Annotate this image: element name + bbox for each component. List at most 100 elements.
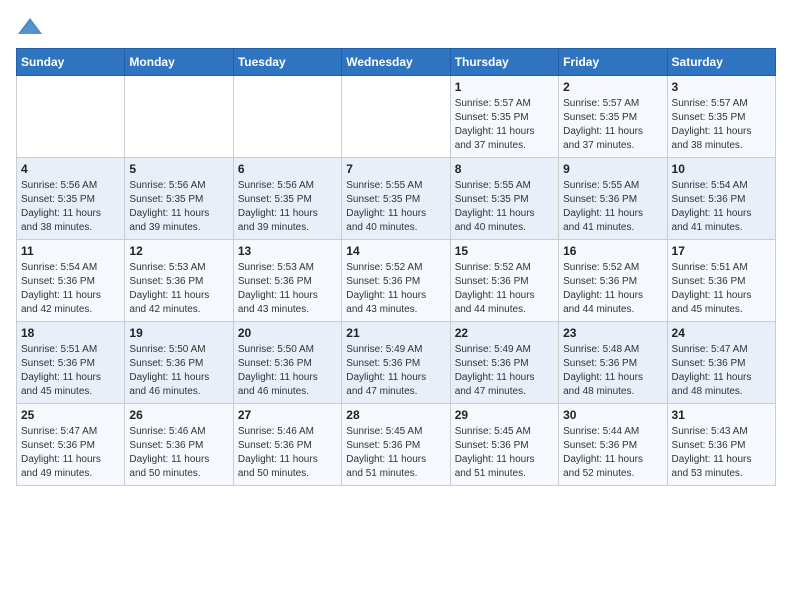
day-number: 17 — [672, 244, 771, 258]
day-number: 20 — [238, 326, 337, 340]
calendar-cell: 29 Sunrise: 5:45 AM Sunset: 5:36 PM Dayli… — [450, 404, 558, 486]
day-number: 10 — [672, 162, 771, 176]
day-info: Sunrise: 5:54 AM Sunset: 5:36 PM Dayligh… — [672, 179, 771, 235]
day-number: 3 — [672, 80, 771, 94]
weekday-header-tuesday: Tuesday — [233, 49, 341, 76]
weekday-header-saturday: Saturday — [667, 49, 775, 76]
calendar-cell: 28 Sunrise: 5:45 AM Sunset: 5:36 PM Dayli… — [342, 404, 450, 486]
weekday-header-sunday: Sunday — [17, 49, 125, 76]
day-info: Sunrise: 5:51 AM Sunset: 5:36 PM Dayligh… — [672, 261, 771, 317]
day-number: 28 — [346, 408, 445, 422]
calendar-week-row: 4 Sunrise: 5:56 AM Sunset: 5:35 PM Daylig… — [17, 158, 776, 240]
day-number: 15 — [455, 244, 554, 258]
day-number: 22 — [455, 326, 554, 340]
calendar-cell: 6 Sunrise: 5:56 AM Sunset: 5:35 PM Daylig… — [233, 158, 341, 240]
calendar-table: SundayMondayTuesdayWednesdayThursdayFrid… — [16, 48, 776, 486]
day-number: 24 — [672, 326, 771, 340]
day-number: 13 — [238, 244, 337, 258]
logo-icon — [16, 16, 44, 38]
day-number: 29 — [455, 408, 554, 422]
day-number: 31 — [672, 408, 771, 422]
calendar-cell: 15Sunrise: 5:52 AM Sunset: 5:36 PM Dayli… — [450, 240, 558, 322]
day-info: Sunrise: 5:44 AM Sunset: 5:36 PM Dayligh… — [563, 425, 662, 481]
day-info: Sunrise: 5:50 AM Sunset: 5:36 PM Dayligh… — [129, 343, 228, 399]
day-info: Sunrise: 5:43 AM Sunset: 5:36 PM Dayligh… — [672, 425, 771, 481]
weekday-header-wednesday: Wednesday — [342, 49, 450, 76]
day-number: 21 — [346, 326, 445, 340]
calendar-cell: 12 Sunrise: 5:53 AM Sunset: 5:36 PM Dayli… — [125, 240, 233, 322]
day-info: Sunrise: 5:53 AM Sunset: 5:36 PM Dayligh… — [238, 261, 337, 317]
calendar-cell — [125, 76, 233, 158]
day-number: 27 — [238, 408, 337, 422]
calendar-cell: 4Sunrise: 5:56 AM Sunset: 5:35 PM Daylig… — [17, 158, 125, 240]
day-info: Sunrise: 5:47 AM Sunset: 5:36 PM Dayligh… — [21, 425, 120, 481]
day-number: 19 — [129, 326, 228, 340]
calendar-cell — [233, 76, 341, 158]
day-info: Sunrise: 5:45 AM Sunset: 5:36 PM Dayligh… — [455, 425, 554, 481]
calendar-cell: 10 Sunrise: 5:54 AM Sunset: 5:36 PM Dayli… — [667, 158, 775, 240]
weekday-header-monday: Monday — [125, 49, 233, 76]
calendar-cell: 30 Sunrise: 5:44 AM Sunset: 5:36 PM Dayli… — [559, 404, 667, 486]
calendar-week-row: 11Sunrise: 5:54 AM Sunset: 5:36 PM Dayli… — [17, 240, 776, 322]
day-number: 8 — [455, 162, 554, 176]
day-number: 30 — [563, 408, 662, 422]
day-info: Sunrise: 5:57 AM Sunset: 5:35 PM Dayligh… — [672, 97, 771, 153]
calendar-cell — [342, 76, 450, 158]
calendar-cell: 2 Sunrise: 5:57 AM Sunset: 5:35 PM Daylig… — [559, 76, 667, 158]
calendar-cell: 20 Sunrise: 5:50 AM Sunset: 5:36 PM Dayli… — [233, 322, 341, 404]
day-info: Sunrise: 5:53 AM Sunset: 5:36 PM Dayligh… — [129, 261, 228, 317]
weekday-header-row: SundayMondayTuesdayWednesdayThursdayFrid… — [17, 49, 776, 76]
day-info: Sunrise: 5:56 AM Sunset: 5:35 PM Dayligh… — [238, 179, 337, 235]
day-info: Sunrise: 5:45 AM Sunset: 5:36 PM Dayligh… — [346, 425, 445, 481]
calendar-cell: 1Sunrise: 5:57 AM Sunset: 5:35 PM Daylig… — [450, 76, 558, 158]
day-number: 4 — [21, 162, 120, 176]
day-info: Sunrise: 5:52 AM Sunset: 5:36 PM Dayligh… — [563, 261, 662, 317]
calendar-cell — [17, 76, 125, 158]
calendar-cell: 23Sunrise: 5:48 AM Sunset: 5:36 PM Dayli… — [559, 322, 667, 404]
day-info: Sunrise: 5:51 AM Sunset: 5:36 PM Dayligh… — [21, 343, 120, 399]
day-info: Sunrise: 5:55 AM Sunset: 5:35 PM Dayligh… — [455, 179, 554, 235]
day-number: 6 — [238, 162, 337, 176]
day-info: Sunrise: 5:47 AM Sunset: 5:36 PM Dayligh… — [672, 343, 771, 399]
calendar-cell: 27 Sunrise: 5:46 AM Sunset: 5:36 PM Dayli… — [233, 404, 341, 486]
calendar-cell: 8 Sunrise: 5:55 AM Sunset: 5:35 PM Daylig… — [450, 158, 558, 240]
calendar-cell: 19 Sunrise: 5:50 AM Sunset: 5:36 PM Dayli… — [125, 322, 233, 404]
calendar-cell: 9 Sunrise: 5:55 AM Sunset: 5:36 PM Daylig… — [559, 158, 667, 240]
day-number: 18 — [21, 326, 120, 340]
day-number: 16 — [563, 244, 662, 258]
day-info: Sunrise: 5:50 AM Sunset: 5:36 PM Dayligh… — [238, 343, 337, 399]
calendar-cell: 22 Sunrise: 5:49 AM Sunset: 5:36 PM Dayli… — [450, 322, 558, 404]
day-info: Sunrise: 5:52 AM Sunset: 5:36 PM Dayligh… — [346, 261, 445, 317]
day-info: Sunrise: 5:54 AM Sunset: 5:36 PM Dayligh… — [21, 261, 120, 317]
calendar-week-row: 18 Sunrise: 5:51 AM Sunset: 5:36 PM Dayli… — [17, 322, 776, 404]
calendar-cell: 5Sunrise: 5:56 AM Sunset: 5:35 PM Daylig… — [125, 158, 233, 240]
day-info: Sunrise: 5:55 AM Sunset: 5:35 PM Dayligh… — [346, 179, 445, 235]
logo — [16, 16, 48, 38]
page-header — [16, 16, 776, 38]
weekday-header-friday: Friday — [559, 49, 667, 76]
calendar-week-row: 1Sunrise: 5:57 AM Sunset: 5:35 PM Daylig… — [17, 76, 776, 158]
calendar-cell: 26Sunrise: 5:46 AM Sunset: 5:36 PM Dayli… — [125, 404, 233, 486]
calendar-cell: 18 Sunrise: 5:51 AM Sunset: 5:36 PM Dayli… — [17, 322, 125, 404]
day-info: Sunrise: 5:55 AM Sunset: 5:36 PM Dayligh… — [563, 179, 662, 235]
calendar-cell: 14 Sunrise: 5:52 AM Sunset: 5:36 PM Dayli… — [342, 240, 450, 322]
day-info: Sunrise: 5:49 AM Sunset: 5:36 PM Dayligh… — [455, 343, 554, 399]
day-info: Sunrise: 5:49 AM Sunset: 5:36 PM Dayligh… — [346, 343, 445, 399]
calendar-cell: 25 Sunrise: 5:47 AM Sunset: 5:36 PM Dayli… — [17, 404, 125, 486]
calendar-cell: 21 Sunrise: 5:49 AM Sunset: 5:36 PM Dayli… — [342, 322, 450, 404]
day-number: 5 — [129, 162, 228, 176]
day-number: 12 — [129, 244, 228, 258]
calendar-week-row: 25 Sunrise: 5:47 AM Sunset: 5:36 PM Dayli… — [17, 404, 776, 486]
day-number: 2 — [563, 80, 662, 94]
day-number: 26 — [129, 408, 228, 422]
day-info: Sunrise: 5:57 AM Sunset: 5:35 PM Dayligh… — [563, 97, 662, 153]
day-info: Sunrise: 5:46 AM Sunset: 5:36 PM Dayligh… — [238, 425, 337, 481]
calendar-cell: 13 Sunrise: 5:53 AM Sunset: 5:36 PM Dayli… — [233, 240, 341, 322]
day-number: 9 — [563, 162, 662, 176]
calendar-cell: 17 Sunrise: 5:51 AM Sunset: 5:36 PM Dayli… — [667, 240, 775, 322]
day-number: 7 — [346, 162, 445, 176]
calendar-cell: 7 Sunrise: 5:55 AM Sunset: 5:35 PM Daylig… — [342, 158, 450, 240]
day-number: 14 — [346, 244, 445, 258]
calendar-cell: 31 Sunrise: 5:43 AM Sunset: 5:36 PM Dayli… — [667, 404, 775, 486]
day-number: 25 — [21, 408, 120, 422]
